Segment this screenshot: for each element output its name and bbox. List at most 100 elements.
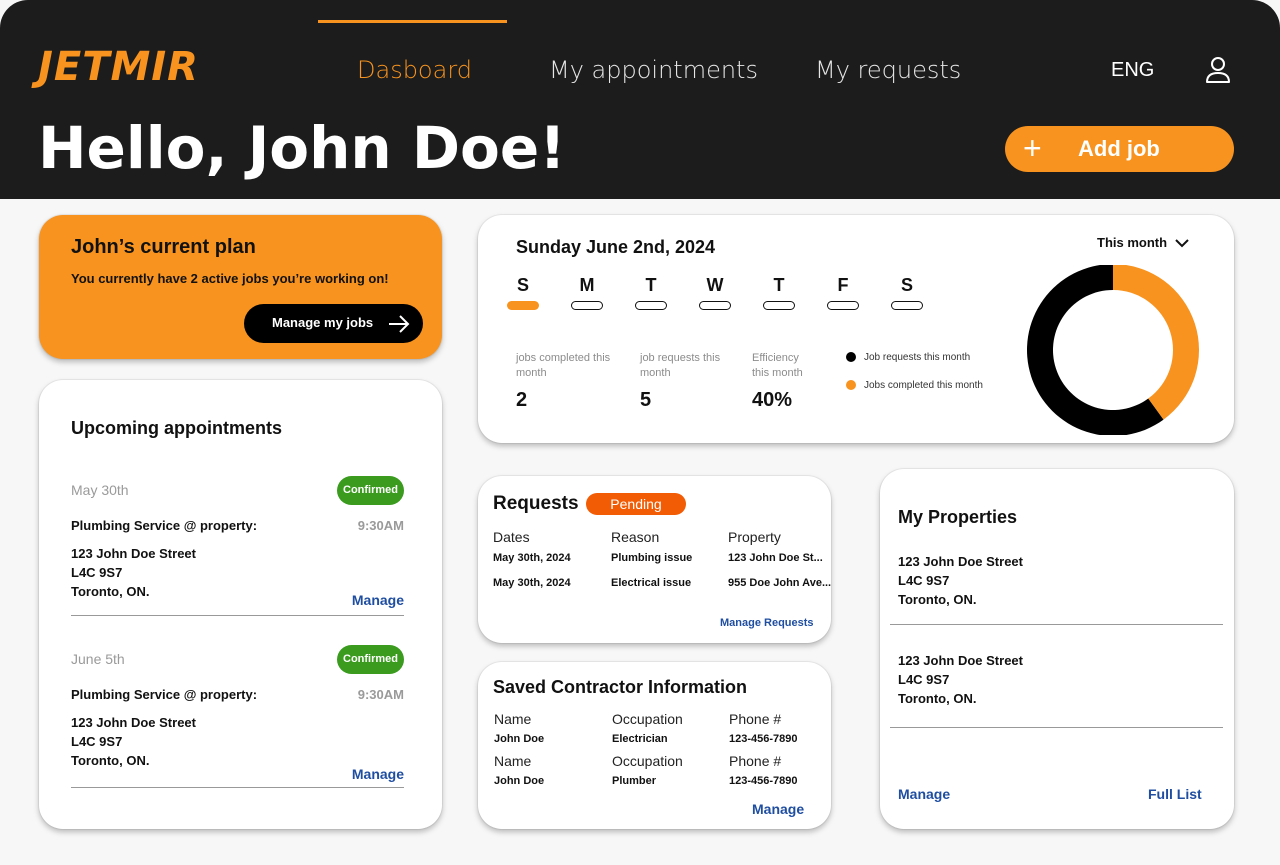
divider — [890, 624, 1223, 625]
legend-dot — [846, 380, 856, 390]
day-indicator-active[interactable] — [507, 301, 539, 310]
manage-jobs-label: Manage my jobs — [272, 315, 374, 330]
status-badge: Confirmed — [337, 476, 404, 505]
nav-my-appointments[interactable]: My appointments — [549, 56, 758, 84]
donut-segment-completed — [1113, 265, 1199, 420]
weekday-label[interactable]: T — [635, 275, 667, 296]
day-indicator[interactable] — [699, 301, 731, 310]
address-line: L4C 9S7 — [71, 565, 123, 580]
table-cell: Plumber — [612, 775, 657, 787]
appointment-service: Plumbing Service @ property: — [71, 687, 258, 702]
manage-appointment-link[interactable]: Manage — [352, 592, 404, 608]
address-line: L4C 9S7 — [898, 573, 950, 588]
address-line: L4C 9S7 — [71, 734, 123, 749]
address-line: Toronto, ON. — [71, 753, 150, 768]
weekday-label[interactable]: W — [699, 275, 731, 296]
table-cell: May 30th, 2024 — [493, 552, 571, 564]
table-cell: Plumbing issue — [611, 552, 693, 564]
day-indicator[interactable] — [571, 301, 603, 310]
address-line: 123 John Doe Street — [898, 653, 1023, 668]
day-indicator[interactable] — [827, 301, 859, 310]
status-badge: Pending — [586, 493, 686, 515]
manage-jobs-button[interactable]: Manage my jobs — [244, 304, 423, 343]
manage-appointment-link[interactable]: Manage — [352, 766, 404, 782]
day-indicator[interactable] — [763, 301, 795, 310]
appointment-date: May 30th — [71, 482, 129, 498]
stat-label: Efficiency this month — [752, 352, 803, 379]
properties-title: My Properties — [898, 507, 1018, 527]
full-list-link[interactable]: Full List — [1148, 786, 1202, 802]
address-line: 123 John Doe Street — [898, 554, 1023, 569]
calendar-stats-card: Sunday June 2nd, 2024 S M T W T F S jobs… — [478, 215, 1234, 443]
top-header: JETMIR Dasboard My appointments My reque… — [0, 0, 1280, 199]
manage-contractors-link[interactable]: Manage — [752, 801, 804, 817]
period-dropdown[interactable]: This month — [1097, 235, 1189, 250]
nav-active-indicator — [318, 20, 507, 23]
logo: JETMIR — [38, 44, 199, 90]
weekday-label[interactable]: S — [507, 275, 539, 296]
address-line: 123 John Doe Street — [71, 546, 196, 561]
appointment-date: June 5th — [71, 651, 125, 667]
nav-my-requests[interactable]: My requests — [815, 56, 961, 84]
weekday-label[interactable]: S — [891, 275, 923, 296]
column-header: Occupation — [612, 753, 683, 769]
add-job-button[interactable]: + Add job — [1005, 126, 1234, 172]
table-cell: 955 Doe John Ave... — [728, 577, 832, 589]
manage-properties-link[interactable]: Manage — [898, 786, 950, 802]
address-line: Toronto, ON. — [898, 592, 977, 607]
divider — [71, 787, 404, 788]
column-header: Reason — [611, 529, 660, 545]
table-cell: 123 John Doe St... — [728, 552, 823, 564]
requests-card: Requests Pending Dates Reason Property M… — [478, 476, 831, 643]
user-icon[interactable] — [1203, 55, 1233, 85]
stat-value: 2 — [516, 389, 528, 411]
plus-icon: + — [1023, 130, 1042, 166]
stat-value: 40% — [752, 389, 793, 411]
upcoming-appointments-card: Upcoming appointments May 30th Confirmed… — [39, 380, 442, 829]
appointment-time: 9:30AM — [357, 687, 404, 702]
property-item: 123 John Doe Street L4C 9S7 Toronto, ON. — [898, 651, 1023, 708]
status-badge: Confirmed — [337, 645, 404, 674]
weekday-label[interactable]: M — [571, 275, 603, 296]
language-selector[interactable]: ENG — [1111, 59, 1154, 82]
address-line: L4C 9S7 — [898, 672, 950, 687]
appointment-address: 123 John Doe Street L4C 9S7 Toronto, ON. — [71, 713, 196, 770]
stat-label: jobs completed this month — [516, 352, 611, 379]
legend-dot — [846, 352, 856, 362]
property-item: 123 John Doe Street L4C 9S7 Toronto, ON. — [898, 552, 1023, 609]
stat-value: 5 — [640, 389, 652, 411]
legend-completed: Jobs completed this month — [846, 380, 983, 391]
column-header: Property — [728, 529, 781, 545]
column-header: Phone # — [729, 753, 782, 769]
table-cell: 123-456-7890 — [729, 733, 798, 745]
column-header: Name — [494, 753, 532, 769]
column-header: Occupation — [612, 711, 683, 727]
table-cell: John Doe — [494, 775, 545, 787]
day-indicator[interactable] — [891, 301, 923, 310]
current-date: Sunday June 2nd, 2024 — [516, 237, 716, 257]
day-indicator[interactable] — [635, 301, 667, 310]
divider — [890, 727, 1223, 728]
address-line: Toronto, ON. — [71, 584, 150, 599]
table-cell: May 30th, 2024 — [493, 577, 571, 589]
address-line: 123 John Doe Street — [71, 715, 196, 730]
address-line: Toronto, ON. — [898, 691, 977, 706]
stat-label: job requests this month — [640, 352, 721, 379]
nav-dashboard[interactable]: Dasboard — [357, 56, 472, 84]
contractors-title: Saved Contractor Information — [493, 677, 748, 697]
add-job-label: Add job — [1078, 136, 1160, 161]
chevron-down-icon — [1175, 239, 1189, 248]
weekday-label[interactable]: F — [827, 275, 859, 296]
manage-requests-link[interactable]: Manage Requests — [720, 617, 814, 629]
table-cell: John Doe — [494, 733, 545, 745]
period-label: This month — [1097, 235, 1168, 250]
my-properties-card: My Properties 123 John Doe Street L4C 9S… — [880, 469, 1234, 829]
appointment-time: 9:30AM — [357, 518, 404, 533]
appointment-service: Plumbing Service @ property: — [71, 518, 258, 533]
legend-requests: Job requests this month — [846, 352, 970, 363]
plan-title: John’s current plan — [71, 236, 256, 258]
current-plan-card: John’s current plan You currently have 2… — [39, 215, 442, 359]
table-cell: 123-456-7890 — [729, 775, 798, 787]
table-cell: Electrical issue — [611, 577, 692, 589]
weekday-label[interactable]: T — [763, 275, 795, 296]
